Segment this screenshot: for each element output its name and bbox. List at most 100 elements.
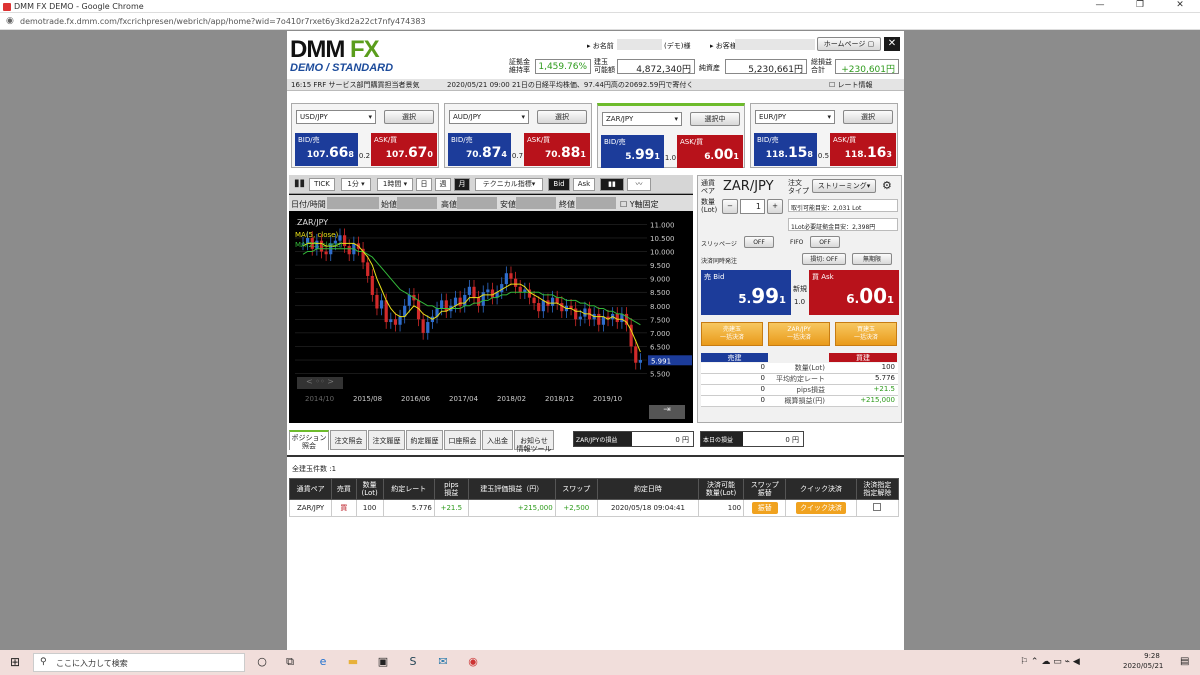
tab-3[interactable]: 約定履歴 [406,430,443,450]
mail-icon[interactable]: ✉ [435,655,451,669]
select-pair-button[interactable]: 選択 [537,110,587,124]
chart-pager[interactable]: < ◦◦ > [297,377,343,389]
bid-toggle[interactable]: Bid [548,178,570,191]
expiry-select[interactable]: 無期限 [852,253,892,265]
quote-bid-button[interactable]: BID/売 107.668 [295,133,358,166]
minimize-icon[interactable]: — [1080,0,1120,13]
qty-minus-button[interactable]: − [722,199,738,214]
news-ticker[interactable]: 16:15 FRF サービス部門購買担当者景気 2020/05/21 09:00… [287,79,904,91]
close-window-icon[interactable]: ✕ [1160,0,1200,13]
tab-5[interactable]: 入出金 [482,430,513,450]
select-pair-button[interactable]: 選択中 [690,112,740,126]
1hour-select[interactable]: 1時間 ▾ [377,178,413,191]
line-icon[interactable]: 〰 [627,178,651,191]
clock-date[interactable]: 2020/05/21 [1123,662,1163,670]
buy-all-settle-button[interactable]: 買建玉 一括決済 [835,322,897,346]
sell-all-settle-button[interactable]: 売建玉 一括決済 [701,322,763,346]
capacity-value: 4,872,340円 [617,59,695,75]
tray-icons[interactable]: ⚐ ⌃ ☁ ▭ ⌁ ◀ [1020,657,1080,667]
news-item-1[interactable]: 16:15 FRF サービス部門購買担当者景気 [291,79,441,91]
notification-icon[interactable]: ▤ [1180,656,1189,667]
tick-button[interactable]: TICK [309,178,335,191]
technical-select[interactable]: テクニカル指標▾ [475,178,543,191]
candle-icon[interactable]: ▮▮ [600,178,624,191]
news-item-2[interactable]: 2020/05/21 09:00 21日の日経平均株価、97.44円高の2069… [447,79,847,91]
pair-select[interactable]: EUR/JPY ▾ [755,110,835,124]
select-pair-button[interactable]: 選択 [843,110,893,124]
maximize-icon[interactable]: ❐ [1120,0,1160,13]
pair-select[interactable]: AUD/JPY ▾ [449,110,529,124]
clock-time[interactable]: 9:28 [1135,652,1169,660]
tab-6[interactable]: お知らせ 情報ツール [514,430,554,453]
quote-ask-button[interactable]: ASK/買 6.001 [677,135,743,168]
1min-select[interactable]: 1分 ▾ [341,178,371,191]
quote-ask-button[interactable]: ASK/買 118.163 [830,133,896,166]
pair-name: ZAR/JPY [723,179,774,194]
buy-ask-button[interactable]: 買 Ask 6.001 [809,270,899,315]
candle [384,300,388,323]
logo-subtitle: DEMO / STANDARD [290,62,394,74]
pair-select[interactable]: ZAR/JPY ▾ [602,112,682,126]
scroll-latest-button[interactable]: ⇥ [649,405,685,419]
y-fixed-toggle[interactable]: ☐ Y軸固定 [620,199,659,210]
slippage-toggle[interactable]: OFF [744,236,774,248]
stoploss-toggle[interactable]: 損切: OFF [802,253,846,265]
candle [407,294,411,306]
store-icon[interactable]: ▣ [375,655,391,669]
cortana-icon[interactable]: ○ [254,655,270,669]
app-s-icon[interactable]: S [405,655,421,669]
settle-checkbox[interactable] [873,503,882,511]
qty-plus-button[interactable]: + [767,199,783,214]
chart-canvas[interactable]: 11.000 10.500 10.000 9.500 9.000 8.500 8.000 7.… [289,211,693,423]
quick-settle-button[interactable]: クイック決済 [795,502,846,514]
quote-ask-button[interactable]: ASK/買 107.670 [371,133,437,166]
ask-toggle[interactable]: Ask [573,178,595,191]
file-explorer-icon[interactable]: ▬ [345,655,361,669]
sell-bid-button[interactable]: 売 Bid 5.991 [701,270,791,315]
x-tick-label: 2017/04 [449,395,479,403]
order-panel: 通貨 ペア ZAR/JPY 注文 タイプ ストリーミング▾ ⚙ 数量 (Lot)… [697,175,902,423]
chrome-icon[interactable]: ◉ [465,655,481,669]
quote-bid-button[interactable]: BID/売 70.874 [448,133,511,166]
pair-pl-box: ZAR/JPYの損益 0 円 [573,431,694,447]
column-header-5: 建玉評価損益（円） [467,478,556,500]
fifo-toggle[interactable]: OFF [810,236,840,248]
swap-transfer-button[interactable]: 振替 [751,502,778,514]
select-pair-button[interactable]: 選択 [384,110,434,124]
rate-info-toggle[interactable]: ☐ レート情報 [829,79,873,91]
y-tick-label: 10.500 [650,235,675,243]
taskbar-search[interactable]: ⚲ ここに入力して検索 [33,653,245,672]
chart-type-icon[interactable]: ▮▮ [294,178,305,189]
window-title: DMM FX DEMO - Google Chrome [14,2,144,11]
datetime-label: 日付/時間 [291,200,326,209]
month-button[interactable]: 月 [454,178,470,191]
sell-value: 0 [760,363,765,371]
page-info-icon[interactable]: ◉ [6,16,14,26]
tab-0[interactable]: ポジション 照会 [289,430,329,450]
pair-select[interactable]: USD/JPY ▾ [296,110,376,124]
qty-input[interactable]: 1 [740,199,765,214]
order-type-select[interactable]: ストリーミング▾ [812,179,876,193]
homepage-button[interactable]: ホームページ ▢ [817,37,881,51]
candle [532,297,536,304]
quote-bid-button[interactable]: BID/売 118.158 [754,133,817,166]
settings-gear-icon[interactable]: ⚙ [882,179,892,192]
tab-4[interactable]: 口座照会 [444,430,481,450]
day-button[interactable]: 日 [416,178,432,191]
quote-ask-button[interactable]: ASK/買 70.881 [524,133,590,166]
windows-start-icon[interactable]: ⊞ [10,655,20,669]
candle [537,303,541,312]
y-tick-label: 7.500 [650,316,670,324]
task-view-icon[interactable]: ⧉ [282,655,298,669]
tab-1[interactable]: 注文照会 [330,430,367,450]
tab-2[interactable]: 注文履歴 [368,430,405,450]
column-header-11: 決済指定 指定解除 [855,478,900,500]
pair-all-settle-button[interactable]: ZAR/JPY 一括決済 [768,322,830,346]
close-app-button[interactable]: ✕ [884,37,900,51]
week-button[interactable]: 週 [435,178,451,191]
edge-icon[interactable]: e [315,655,331,669]
table-row[interactable]: ZAR/JPY 買 100 5.776 +21.5 +215,000 +2,50… [288,499,900,517]
quote-bid-button[interactable]: BID/売 5.991 [601,135,664,168]
address-bar[interactable]: ◉ demotrade.fx.dmm.com/fxcrichpresen/web… [0,14,1200,30]
candle [578,316,582,320]
